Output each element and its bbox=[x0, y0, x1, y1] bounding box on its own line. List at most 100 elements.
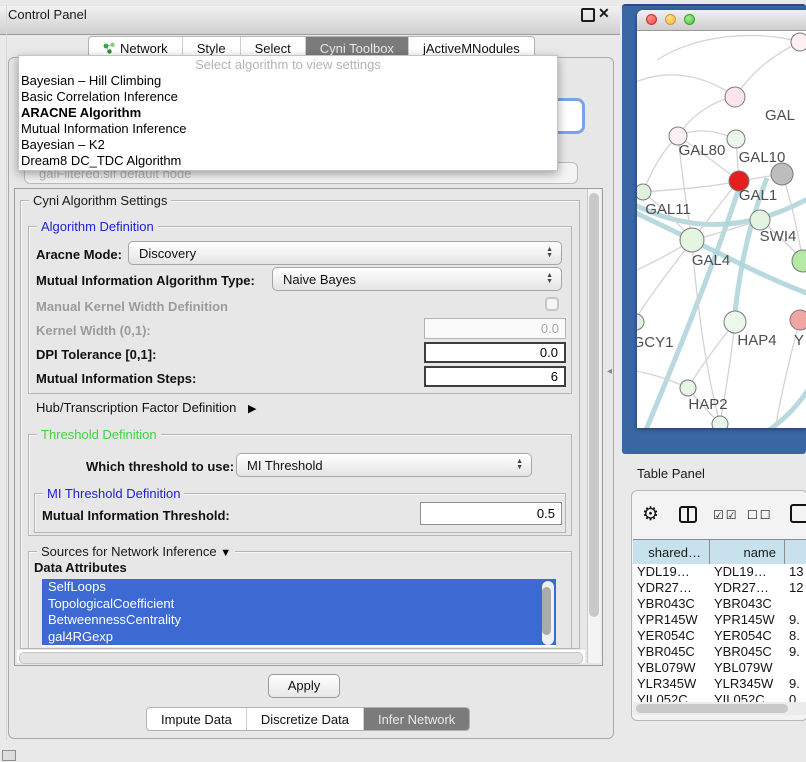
sources-group-title[interactable]: Sources for Network Inference ▼ bbox=[37, 544, 235, 559]
gear-icon[interactable]: ⚙ bbox=[642, 503, 659, 526]
attribute-item-gal4rgexp[interactable]: gal4RGexp bbox=[42, 629, 556, 646]
table-row[interactable]: YBR045CYBR045C9. bbox=[633, 644, 806, 660]
attributes-list-scrollbar-thumb[interactable] bbox=[542, 587, 551, 635]
cyni-algorithm-settings-title: Cyni Algorithm Settings bbox=[29, 193, 171, 208]
network-node[interactable] bbox=[791, 33, 806, 51]
column-header-name[interactable]: name bbox=[710, 540, 785, 565]
table-row[interactable]: YDL19…YDL19…13 bbox=[633, 564, 806, 580]
algorithm-option-bayesian-hill-climbing[interactable]: Bayesian – Hill Climbing bbox=[19, 73, 557, 89]
attribute-item-betweennesscentrality[interactable]: BetweennessCentrality bbox=[42, 612, 556, 629]
table-cell: YER054C bbox=[710, 628, 785, 644]
table-cell: YBR045C bbox=[710, 644, 785, 660]
algorithm-option-mutual-information-inference[interactable]: Mutual Information Inference bbox=[19, 121, 557, 137]
column-header-shared[interactable]: shared… bbox=[633, 540, 710, 565]
network-edge bbox=[637, 240, 692, 320]
split-pane-grip[interactable]: ◂ bbox=[607, 366, 612, 377]
table-horizontal-scrollbar[interactable] bbox=[633, 702, 806, 715]
which-threshold-value: MI Threshold bbox=[247, 458, 323, 473]
column-view-icon[interactable] bbox=[679, 506, 697, 523]
network-node[interactable] bbox=[750, 210, 770, 230]
network-node[interactable] bbox=[792, 250, 806, 272]
algorithm-option-aracne-algorithm[interactable]: ARACNE Algorithm bbox=[19, 105, 557, 121]
combo-arrows-icon: ▲▼ bbox=[546, 247, 553, 259]
table-row[interactable]: YER054CYER054C8. bbox=[633, 628, 806, 644]
table-cell: 9. bbox=[785, 676, 806, 692]
table-cell: YPR145W bbox=[710, 612, 785, 628]
network-node[interactable] bbox=[771, 163, 793, 185]
network-node[interactable] bbox=[725, 87, 745, 107]
dpi-tolerance-field[interactable]: 0.0 bbox=[424, 342, 566, 363]
mi-algorithm-type-combo[interactable]: Naive Bayes ▲▼ bbox=[272, 267, 562, 291]
attribute-item-topologicalcoefficient[interactable]: TopologicalCoefficient bbox=[42, 596, 556, 613]
column-header-cut[interactable] bbox=[785, 540, 806, 565]
network-window-titlebar[interactable] bbox=[637, 10, 806, 31]
table-row[interactable]: YDR27…YDR27…12 bbox=[633, 580, 806, 596]
table-row[interactable]: YLR345WYLR345W9. bbox=[633, 676, 806, 692]
network-node-label: GAL11 bbox=[645, 201, 691, 218]
tab-label: Style bbox=[197, 41, 226, 56]
tab-discretize-data[interactable]: Discretize Data bbox=[247, 708, 364, 730]
network-node[interactable] bbox=[637, 184, 651, 200]
apply-button[interactable]: Apply bbox=[268, 674, 340, 698]
mi-steps-field[interactable]: 6 bbox=[424, 366, 566, 387]
table-cell: YBL079W bbox=[633, 660, 710, 676]
manual-kernel-width-checkbox[interactable] bbox=[545, 297, 559, 311]
close-icon[interactable]: ✕ bbox=[598, 5, 610, 22]
attributes-list-scrollbar[interactable] bbox=[542, 581, 554, 645]
deselect-all-checkboxes-icon[interactable]: ☐☐ bbox=[747, 508, 773, 522]
algorithm-definition-title: Algorithm Definition bbox=[37, 219, 158, 234]
table-cell: YER054C bbox=[633, 628, 710, 644]
settings-vertical-scrollbar-thumb[interactable] bbox=[589, 193, 599, 617]
table-horizontal-scrollbar-thumb[interactable] bbox=[636, 704, 788, 713]
network-edge bbox=[782, 174, 803, 261]
network-edge bbox=[657, 36, 800, 60]
tab-infer-network[interactable]: Infer Network bbox=[364, 708, 469, 730]
tab-impute-data[interactable]: Impute Data bbox=[147, 708, 247, 730]
algorithm-option-basic-correlation-inference[interactable]: Basic Correlation Inference bbox=[19, 89, 557, 105]
table-cell: 9. bbox=[785, 612, 806, 628]
table-cell: YIL052C bbox=[710, 692, 785, 702]
network-node-label: GAL10 bbox=[739, 149, 786, 166]
mi-threshold-field[interactable]: 0.5 bbox=[420, 502, 562, 525]
tab-label: jActiveMNodules bbox=[423, 41, 520, 56]
table-row[interactable]: YIL052CYIL052C0. bbox=[633, 692, 806, 702]
network-node[interactable] bbox=[724, 311, 746, 333]
algorithm-option-dream8-dc-tdc-algorithm[interactable]: Dream8 DC_TDC Algorithm bbox=[19, 153, 557, 169]
table-row[interactable]: YPR145WYPR145W9. bbox=[633, 612, 806, 628]
aracne-mode-combo[interactable]: Discovery ▲▼ bbox=[128, 241, 562, 265]
network-node[interactable] bbox=[680, 380, 696, 396]
window-close-traffic-light[interactable] bbox=[646, 14, 657, 25]
table-function-icon[interactable] bbox=[790, 504, 806, 523]
hub-definition-expander[interactable]: Hub/Transcription Factor Definition ▶ bbox=[36, 400, 256, 415]
table-header-row: shared…name bbox=[633, 539, 806, 565]
kernel-width-field[interactable]: 0.0 bbox=[424, 318, 566, 339]
window-minimize-traffic-light[interactable] bbox=[665, 14, 676, 25]
float-window-icon[interactable] bbox=[581, 8, 595, 22]
attribute-item-selfloops[interactable]: SelfLoops bbox=[42, 579, 556, 596]
collapsed-panel-icon[interactable] bbox=[2, 750, 16, 761]
window-zoom-traffic-light[interactable] bbox=[684, 14, 695, 25]
table-cell: YPR145W bbox=[633, 612, 710, 628]
network-canvas[interactable]: GALGAL80GAL10GAL1GAL11SWI4GAL4GCY1HAP4YH… bbox=[637, 30, 806, 428]
hub-definition-label: Hub/Transcription Factor Definition bbox=[36, 400, 236, 415]
table-row[interactable]: YBR043CYBR043C bbox=[633, 596, 806, 612]
network-node[interactable] bbox=[727, 130, 745, 148]
algorithm-dropdown-popup: Select algorithm to view settings Bayesi… bbox=[18, 55, 558, 171]
which-threshold-combo[interactable]: MI Threshold ▲▼ bbox=[236, 453, 532, 477]
network-node[interactable] bbox=[680, 228, 704, 252]
mi-threshold-definition-title: MI Threshold Definition bbox=[43, 486, 184, 501]
table-cell: 12 bbox=[785, 580, 806, 596]
select-all-checkboxes-icon[interactable]: ☑☑ bbox=[713, 508, 739, 522]
tab-label: Discretize Data bbox=[261, 712, 349, 727]
table-row[interactable]: YBL079WYBL079W bbox=[633, 660, 806, 676]
network-node[interactable] bbox=[790, 310, 806, 330]
settings-horizontal-scrollbar-thumb[interactable] bbox=[19, 652, 583, 664]
network-node[interactable] bbox=[712, 416, 728, 428]
algorithm-option-bayesian-k2[interactable]: Bayesian – K2 bbox=[19, 137, 557, 153]
network-node[interactable] bbox=[637, 314, 644, 330]
data-attributes-list[interactable]: SelfLoopsTopologicalCoefficientBetweenne… bbox=[42, 579, 556, 647]
panel-left-edge bbox=[6, 5, 7, 740]
manual-kernel-width-label: Manual Kernel Width Definition bbox=[36, 299, 228, 314]
table-cell: 13 bbox=[785, 564, 806, 580]
table-cell: YIL052C bbox=[633, 692, 710, 702]
